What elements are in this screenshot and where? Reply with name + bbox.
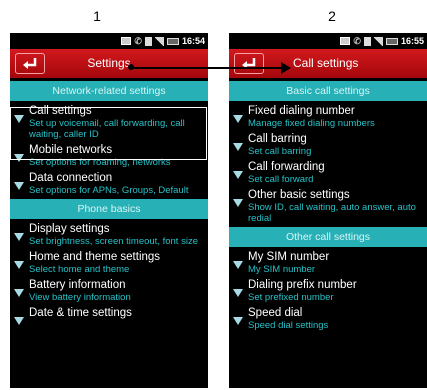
signal-icon (373, 36, 383, 46)
step-number-1: 1 (93, 8, 101, 24)
battery-icon (385, 37, 398, 45)
expand-arrow-icon (14, 289, 24, 297)
phone-screen-call-settings: ✆ 16:55 Call settings Basic call setting… (229, 33, 427, 388)
section-header-other-call-settings: Other call settings (229, 227, 427, 247)
page-title: Call settings (293, 56, 359, 70)
call-settings-list: Basic call settings Fixed dialing number M… (229, 81, 427, 331)
mail-icon (340, 37, 351, 45)
item-title: Speed dial (248, 307, 303, 319)
connector-line (131, 67, 283, 69)
sd-card-icon (144, 36, 152, 46)
connector-arrowhead (281, 62, 291, 74)
item-title: Fixed dialing number (248, 105, 355, 117)
expand-arrow-icon (233, 199, 243, 207)
list-item-display-settings[interactable]: Display settings Set brightness, screen t… (10, 219, 208, 247)
expand-arrow-icon (14, 261, 24, 269)
item-title: Display settings (29, 223, 110, 235)
section-header-phone-basics: Phone basics (10, 199, 208, 219)
expand-arrow-icon (233, 143, 243, 151)
list-item-other-basic-settings[interactable]: Other basic settings Show ID, call waitin… (229, 185, 427, 224)
list-item-data-connection[interactable]: Data connection Set options for APNs, Gro… (10, 168, 208, 196)
status-bar: ✆ 16:55 (229, 33, 427, 49)
expand-arrow-icon (233, 261, 243, 269)
list-item-home-and-theme-settings[interactable]: Home and theme settings Select home and t… (10, 247, 208, 275)
expand-arrow-icon (14, 182, 24, 190)
list-item-date-time-settings[interactable]: Date & time settings (10, 303, 208, 325)
mail-icon (121, 37, 132, 45)
battery-icon (166, 37, 179, 45)
expand-arrow-icon (233, 171, 243, 179)
status-time: 16:54 (181, 36, 205, 46)
item-title: My SIM number (248, 251, 330, 263)
expand-arrow-icon (14, 233, 24, 241)
list-item-dialing-prefix-number[interactable]: Dialing prefix number Set prefixed number (229, 275, 427, 303)
item-subtitle: Select home and theme (29, 264, 130, 275)
item-title: Call forwarding (248, 161, 325, 173)
item-title: Home and theme settings (29, 251, 161, 263)
list-item-my-sim-number[interactable]: My SIM number My SIM number (229, 247, 427, 275)
item-title: Date & time settings (29, 307, 132, 319)
list-item-speed-dial[interactable]: Speed dial Speed dial settings (229, 303, 427, 331)
list-item-battery-information[interactable]: Battery information View battery informat… (10, 275, 208, 303)
expand-arrow-icon (14, 317, 24, 325)
status-time: 16:55 (400, 36, 424, 46)
item-subtitle: Show ID, call waiting, auto answer, auto… (248, 202, 416, 224)
sd-card-icon (363, 36, 371, 46)
item-title: Battery information (29, 279, 126, 291)
list-item-fixed-dialing-number[interactable]: Fixed dialing number Manage fixed dialing… (229, 101, 427, 129)
section-header-network-related-settings: Network-related settings (10, 81, 208, 101)
item-subtitle: Set call barring (248, 146, 312, 157)
title-bar: Settings (10, 49, 208, 78)
list-item-call-forwarding[interactable]: Call forwarding Set call forward (229, 157, 427, 185)
item-subtitle: Set prefixed number (248, 292, 334, 303)
list-item-call-barring[interactable]: Call barring Set call barring (229, 129, 427, 157)
call-settings-highlight (10, 107, 207, 160)
missed-call-icon: ✆ (353, 35, 361, 46)
item-title: Call barring (248, 133, 307, 145)
page-title: Settings (87, 56, 131, 70)
item-title: Dialing prefix number (248, 279, 357, 291)
item-subtitle: Set options for APNs, Groups, Default (29, 185, 189, 196)
back-button[interactable] (234, 53, 264, 74)
item-subtitle: Manage fixed dialing numbers (248, 118, 375, 129)
expand-arrow-icon (233, 115, 243, 123)
title-bar: Call settings (229, 49, 427, 78)
item-subtitle: Set call forward (248, 174, 314, 185)
item-subtitle: View battery information (29, 292, 131, 303)
connector-start-dot (128, 64, 134, 70)
item-subtitle: My SIM number (248, 264, 316, 275)
item-title: Data connection (29, 172, 113, 184)
expand-arrow-icon (233, 317, 243, 325)
step-number-2: 2 (328, 8, 336, 24)
missed-call-icon: ✆ (134, 35, 142, 46)
status-bar: ✆ 16:54 (10, 33, 208, 49)
section-header-basic-call-settings: Basic call settings (229, 81, 427, 101)
item-subtitle: Set brightness, screen timeout, font siz… (29, 236, 198, 247)
item-title: Other basic settings (248, 189, 350, 201)
phone-screen-settings: ✆ 16:54 Settings Network-related setting… (10, 33, 208, 388)
item-subtitle: Speed dial settings (248, 320, 329, 331)
signal-icon (154, 36, 164, 46)
expand-arrow-icon (233, 289, 243, 297)
